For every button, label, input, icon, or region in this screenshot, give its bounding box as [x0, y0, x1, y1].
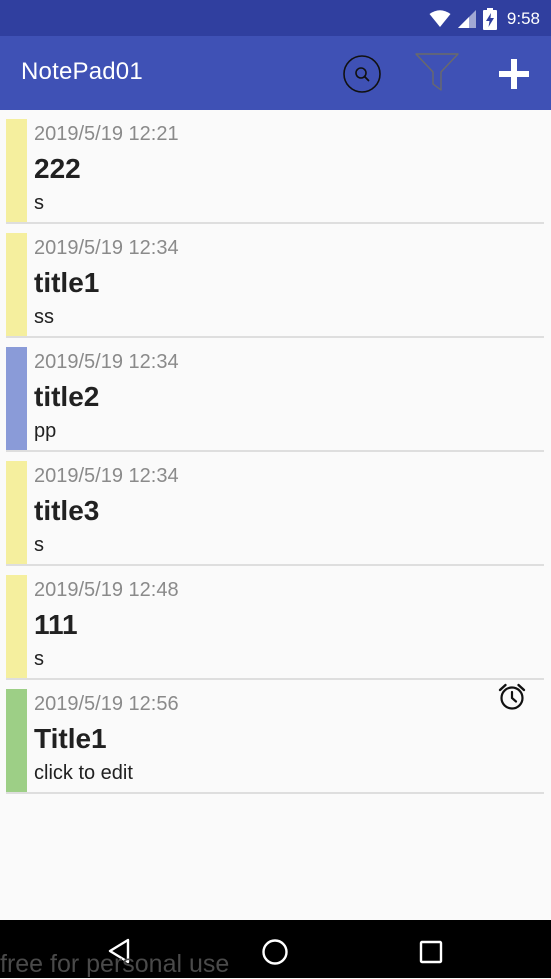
- notes-list: 2019/5/19 12:21 222 s 2019/5/19 12:34 ti…: [0, 110, 551, 794]
- search-icon: [343, 55, 381, 93]
- wifi-icon: [429, 10, 451, 27]
- note-color-bar: [6, 461, 27, 566]
- add-note-button[interactable]: [497, 57, 531, 96]
- note-item[interactable]: 2019/5/19 12:34 title3 s: [0, 452, 551, 566]
- search-button[interactable]: [342, 54, 382, 99]
- app-bar: NotePad01: [0, 36, 551, 110]
- note-color-bar: [6, 233, 27, 338]
- note-date: 2019/5/19 12:34: [34, 465, 179, 487]
- note-color-bar: [6, 689, 27, 794]
- note-body: ss: [34, 306, 54, 328]
- watermark: free for personal use: [0, 950, 230, 978]
- status-icons: 9:58: [429, 6, 540, 32]
- note-title: Title1: [34, 723, 107, 754]
- note-color-bar: [6, 575, 27, 680]
- status-time: 9:58: [506, 9, 540, 28]
- note-body: s: [34, 534, 44, 556]
- note-body: pp: [34, 420, 57, 442]
- filter-icon: [415, 53, 459, 91]
- note-date: 2019/5/19 12:34: [34, 351, 179, 373]
- note-date: 2019/5/19 12:56: [34, 693, 179, 715]
- note-date: 2019/5/19 12:48: [34, 579, 179, 601]
- note-item[interactable]: 2019/5/19 12:21 222 s: [0, 110, 551, 224]
- add-icon: [499, 59, 529, 89]
- note-item[interactable]: 2019/5/19 12:48 111 s: [0, 566, 551, 680]
- note-item[interactable]: 2019/5/19 12:34 title1 ss: [0, 224, 551, 338]
- note-color-bar: [6, 119, 27, 224]
- divider: [6, 792, 544, 794]
- battery-charging-icon: [482, 8, 497, 30]
- app-title: NotePad01: [21, 58, 143, 85]
- note-item[interactable]: 2019/5/19 12:34 title2 pp: [0, 338, 551, 452]
- alarm-clock-icon[interactable]: [497, 682, 527, 717]
- home-icon[interactable]: [261, 938, 289, 971]
- note-body: s: [34, 648, 44, 670]
- note-title: title3: [34, 495, 100, 526]
- note-title: 111: [34, 609, 78, 640]
- status-bar: 9:58: [0, 0, 551, 36]
- note-title: 222: [34, 153, 81, 184]
- note-item[interactable]: 2019/5/19 12:56 Title1 click to edit: [0, 680, 551, 794]
- filter-button[interactable]: [414, 52, 460, 97]
- note-body: s: [34, 192, 44, 214]
- note-title: title1: [34, 267, 100, 298]
- note-date: 2019/5/19 12:21: [34, 123, 179, 145]
- note-color-bar: [6, 347, 27, 452]
- note-title: title2: [34, 381, 100, 412]
- cell-signal-icon: [457, 10, 476, 28]
- note-body: click to edit: [34, 762, 133, 784]
- note-date: 2019/5/19 12:34: [34, 237, 179, 259]
- recents-icon[interactable]: [419, 940, 443, 969]
